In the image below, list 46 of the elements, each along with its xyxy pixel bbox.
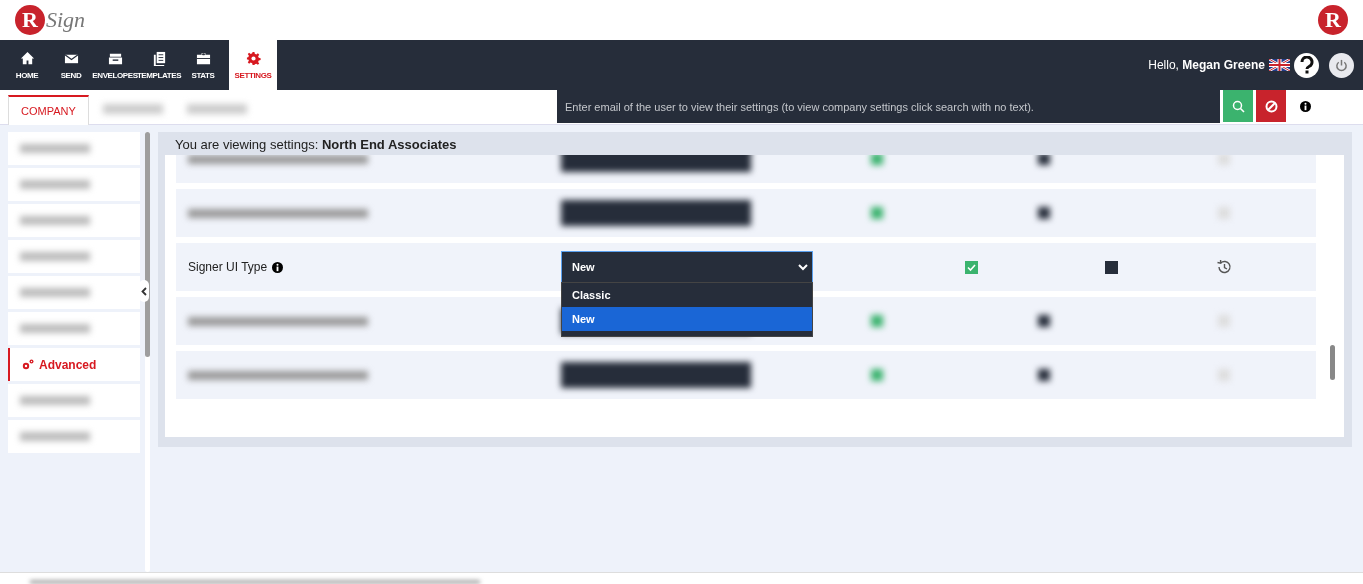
blurred-sidebar-item[interactable] (8, 384, 140, 417)
nav-icon (245, 50, 261, 66)
info-icon[interactable] (1300, 101, 1311, 112)
collapse-button[interactable] (139, 280, 149, 302)
signer-ui-type-select[interactable]: New (561, 251, 813, 283)
gears-icon (22, 359, 34, 370)
flag-icon[interactable] (1269, 59, 1290, 71)
help-icon (1298, 56, 1315, 74)
company-tab[interactable]: COMPANY (8, 95, 89, 125)
enabled-checkbox[interactable] (964, 260, 978, 274)
nav-icon (151, 50, 167, 66)
blurred-sidebar-item[interactable] (8, 168, 140, 201)
help-button[interactable] (1294, 52, 1319, 78)
sidebar-item[interactable]: Advanced (8, 348, 140, 381)
chevron-left-icon (141, 286, 147, 296)
nav-icon (195, 50, 211, 66)
power-button[interactable] (1329, 52, 1354, 78)
lock-checkbox[interactable] (1104, 260, 1118, 274)
blurred-sidebar-item[interactable] (8, 420, 140, 453)
setting-label: Signer UI Type (176, 260, 561, 274)
nav-item[interactable]: SEND (49, 40, 93, 90)
rsign-logo: R Sign (15, 5, 86, 35)
prohibited-icon (1264, 99, 1278, 113)
dropdown-option[interactable]: New (562, 307, 812, 331)
blurred-sidebar-item[interactable] (8, 312, 140, 345)
info-icon[interactable] (272, 261, 284, 273)
search-icon (1231, 99, 1245, 113)
nav-item[interactable]: ENVELOPES (93, 40, 137, 90)
power-icon (1335, 58, 1348, 72)
blurred-sidebar-item[interactable] (8, 132, 140, 165)
blurred-sidebar-item[interactable] (8, 204, 140, 237)
nav-item[interactable]: STATS (181, 40, 225, 90)
history-icon[interactable] (1216, 259, 1232, 275)
nav-item[interactable]: TEMPLATES (137, 40, 181, 90)
corner-logo: R (1318, 5, 1348, 35)
chevron-down-icon (798, 263, 808, 271)
scrollbar-thumb[interactable] (1329, 345, 1335, 380)
clear-button[interactable] (1256, 90, 1286, 122)
scrollbar-thumb[interactable] (145, 132, 150, 357)
nav-icon (19, 50, 35, 66)
email-search-field[interactable]: Enter email of the user to view their settings (to view company settings click search with no text). (557, 90, 1220, 123)
nav-item[interactable]: HOME (5, 40, 49, 90)
nav-item[interactable]: SETTINGS (229, 40, 277, 90)
blurred-sidebar-item[interactable] (8, 240, 140, 273)
viewing-settings-heading: You are viewing settings: North End Associates (174, 136, 458, 154)
user-greeting: Hello, Megan Greene (1148, 58, 1265, 72)
